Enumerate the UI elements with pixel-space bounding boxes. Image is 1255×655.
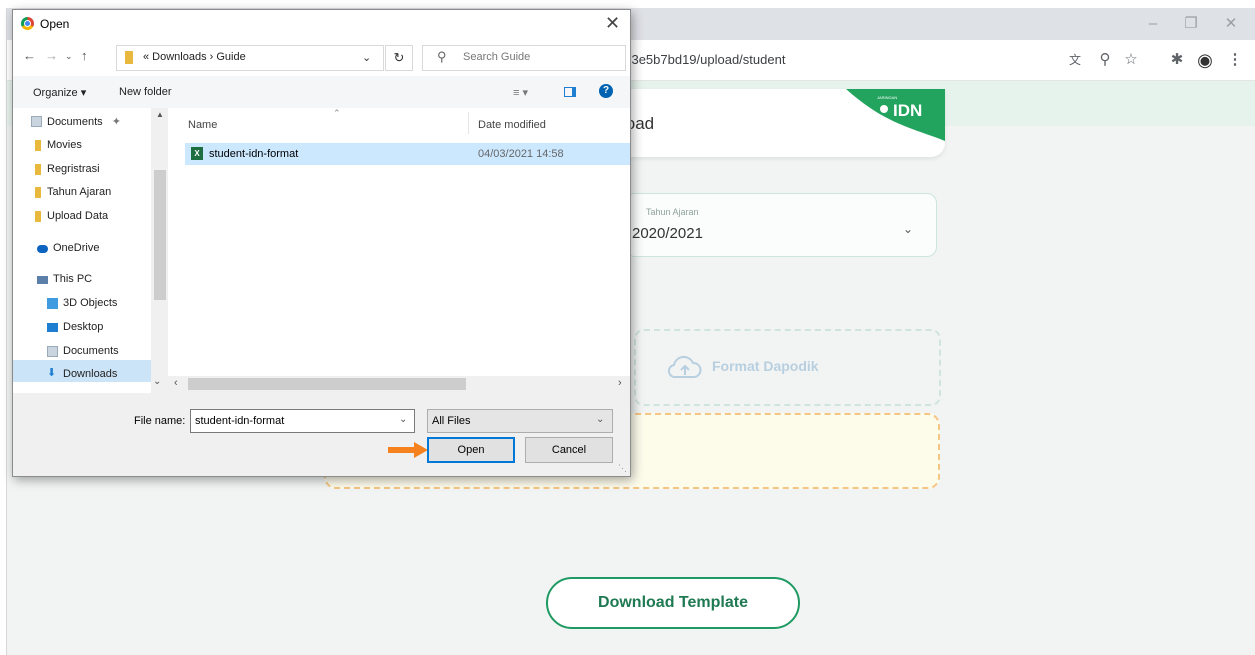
up-icon[interactable]: ↑ [81,48,88,63]
tahun-ajaran-value: 2020/2021 [632,225,703,242]
chrome-icon [21,17,34,30]
forward-icon[interactable]: → [45,48,58,63]
folder-icon [35,140,41,151]
file-type-value: All Files [432,415,471,427]
dialog-footer: File name: student-idn-format ⌄ All File… [13,393,630,476]
folder-icon [35,164,41,175]
view-options-icon[interactable]: ≡ ▾ [513,86,528,99]
profile-icon[interactable]: ◉ [1195,50,1215,70]
tahun-ajaran-label: Tahun Ajaran [646,207,699,217]
scroll-left-icon[interactable]: ‹ [174,377,178,389]
desktop-icon [47,323,58,332]
chevron-down-icon: ⌄ [903,222,914,236]
scroll-down-icon[interactable]: ⌄ [153,376,161,387]
open-file-dialog: Open ✕ ← → ⌄ ↑ « Downloads › Guide ⌄ ↻ ⚲… [12,9,631,477]
path-text[interactable]: « Downloads › Guide [143,51,246,63]
extensions-icon[interactable]: ✱ [1167,50,1187,70]
preview-pane-icon[interactable] [564,87,576,97]
download-icon: ⬇ [47,367,57,379]
pin-icon: ✦ [111,116,121,128]
format-dapodik-label: Format Dapodik [712,358,819,374]
search-placeholder: Search Guide [463,51,531,63]
tree-item-tahun-ajaran[interactable]: Tahun Ajaran [35,186,111,198]
translate-icon[interactable]: 文 [1065,50,1085,70]
dialog-title: Open [40,17,70,31]
file-date: 04/03/2021 14:58 [478,148,564,160]
folder-icon [125,51,133,64]
sort-indicator-icon: ⌃ [333,108,341,118]
file-row[interactable]: X student-idn-format 04/03/2021 14:58 [185,143,630,165]
minimize-icon[interactable]: – [1139,14,1167,34]
file-name[interactable]: student-idn-format [209,148,298,160]
scroll-up-icon[interactable]: ▲ [156,110,164,119]
scroll-right-icon[interactable]: › [618,377,622,389]
tree-item-upload-data[interactable]: Upload Data [35,210,108,222]
tree-item-this-pc[interactable]: This PC [37,273,92,285]
file-list-hscrollbar[interactable]: ‹ › [168,376,630,393]
tahun-ajaran-select[interactable]: Tahun Ajaran 2020/2021 ⌄ [625,193,937,257]
column-divider[interactable] [468,112,469,134]
chevron-down-icon[interactable]: ⌄ [399,414,407,425]
search-input[interactable]: ⚲ Search Guide [422,45,626,71]
download-template-button[interactable]: Download Template [546,577,800,629]
url-text[interactable]: 383e5b7bd19/upload/student [617,52,785,67]
document-icon [31,116,42,127]
tree-item-3d-objects[interactable]: 3D Objects [47,297,117,309]
arrow-pointer-icon [388,442,428,458]
resize-grip-icon[interactable]: ⋱ [618,463,627,474]
tree-item-documents[interactable]: Documents ✦ [31,115,121,128]
page-header-card: load JARINGAN IDN [600,89,945,157]
close-window-icon[interactable]: ✕ [1217,14,1245,34]
organize-button[interactable]: Organize ▾ [33,86,86,99]
folder-icon [35,187,41,198]
star-icon[interactable]: ☆ [1121,50,1141,70]
navigation-pane: Documents ✦ Movies Regristrasi Tahun Aja… [13,108,168,393]
tree-scroll-thumb[interactable] [154,170,166,300]
file-name-value[interactable]: student-idn-format [195,415,284,427]
file-name-label: File name: [134,415,186,427]
chevron-down-icon[interactable]: ⌄ [362,51,371,64]
tree-item-onedrive[interactable]: OneDrive [37,242,99,254]
logo-text: IDN [893,101,922,120]
file-type-select[interactable]: All Files ⌄ [427,409,613,433]
logo-small-text: JARINGAN [877,95,897,100]
menu-icon[interactable]: ⋮ [1225,50,1245,70]
file-name-field[interactable]: student-idn-format ⌄ [190,409,415,433]
cancel-button[interactable]: Cancel [525,437,613,463]
column-header-date[interactable]: Date modified [478,119,546,131]
document-icon [47,346,58,357]
dialog-close-icon[interactable]: ✕ [605,13,620,34]
path-breadcrumb[interactable]: « Downloads › Guide ⌄ [116,45,384,71]
onedrive-icon [37,245,48,253]
chevron-down-icon: ⌄ [596,414,605,425]
new-folder-button[interactable]: New folder [119,86,172,98]
hscroll-thumb[interactable] [188,378,466,390]
restore-icon[interactable]: ❐ [1177,14,1205,34]
recent-locations-icon[interactable]: ⌄ [65,51,73,62]
dialog-nav-row: ← → ⌄ ↑ « Downloads › Guide ⌄ ↻ ⚲ Search… [13,38,630,76]
tree-item-movies[interactable]: Movies [35,139,82,151]
excel-file-icon: X [191,147,203,160]
zoom-icon[interactable]: ⚲ [1095,50,1115,70]
format-dapodik-option[interactable]: Format Dapodik [634,329,941,406]
back-icon[interactable]: ← [23,48,36,63]
computer-icon [37,276,48,284]
tree-item-downloads[interactable]: ⬇ Downloads [47,368,117,381]
open-button[interactable]: Open [427,437,515,463]
tree-item-documents-pc[interactable]: Documents [47,345,119,357]
file-list-pane: ⌃ Name Date modified X student-idn-forma… [168,108,630,393]
3d-objects-icon [47,298,58,309]
folder-icon [35,211,41,222]
command-bar: Organize ▾ New folder ≡ ▾ ? [13,76,630,108]
search-icon: ⚲ [437,49,447,64]
tree-item-regristrasi[interactable]: Regristrasi [35,163,100,175]
refresh-icon[interactable]: ↻ [385,45,413,71]
help-icon[interactable]: ? [599,84,613,98]
idn-logo: JARINGAN IDN [846,89,945,141]
column-header-name[interactable]: Name [188,119,217,131]
tree-item-desktop[interactable]: Desktop [47,321,103,333]
dialog-title-bar: Open ✕ [13,10,630,38]
cloud-upload-icon [668,355,702,379]
